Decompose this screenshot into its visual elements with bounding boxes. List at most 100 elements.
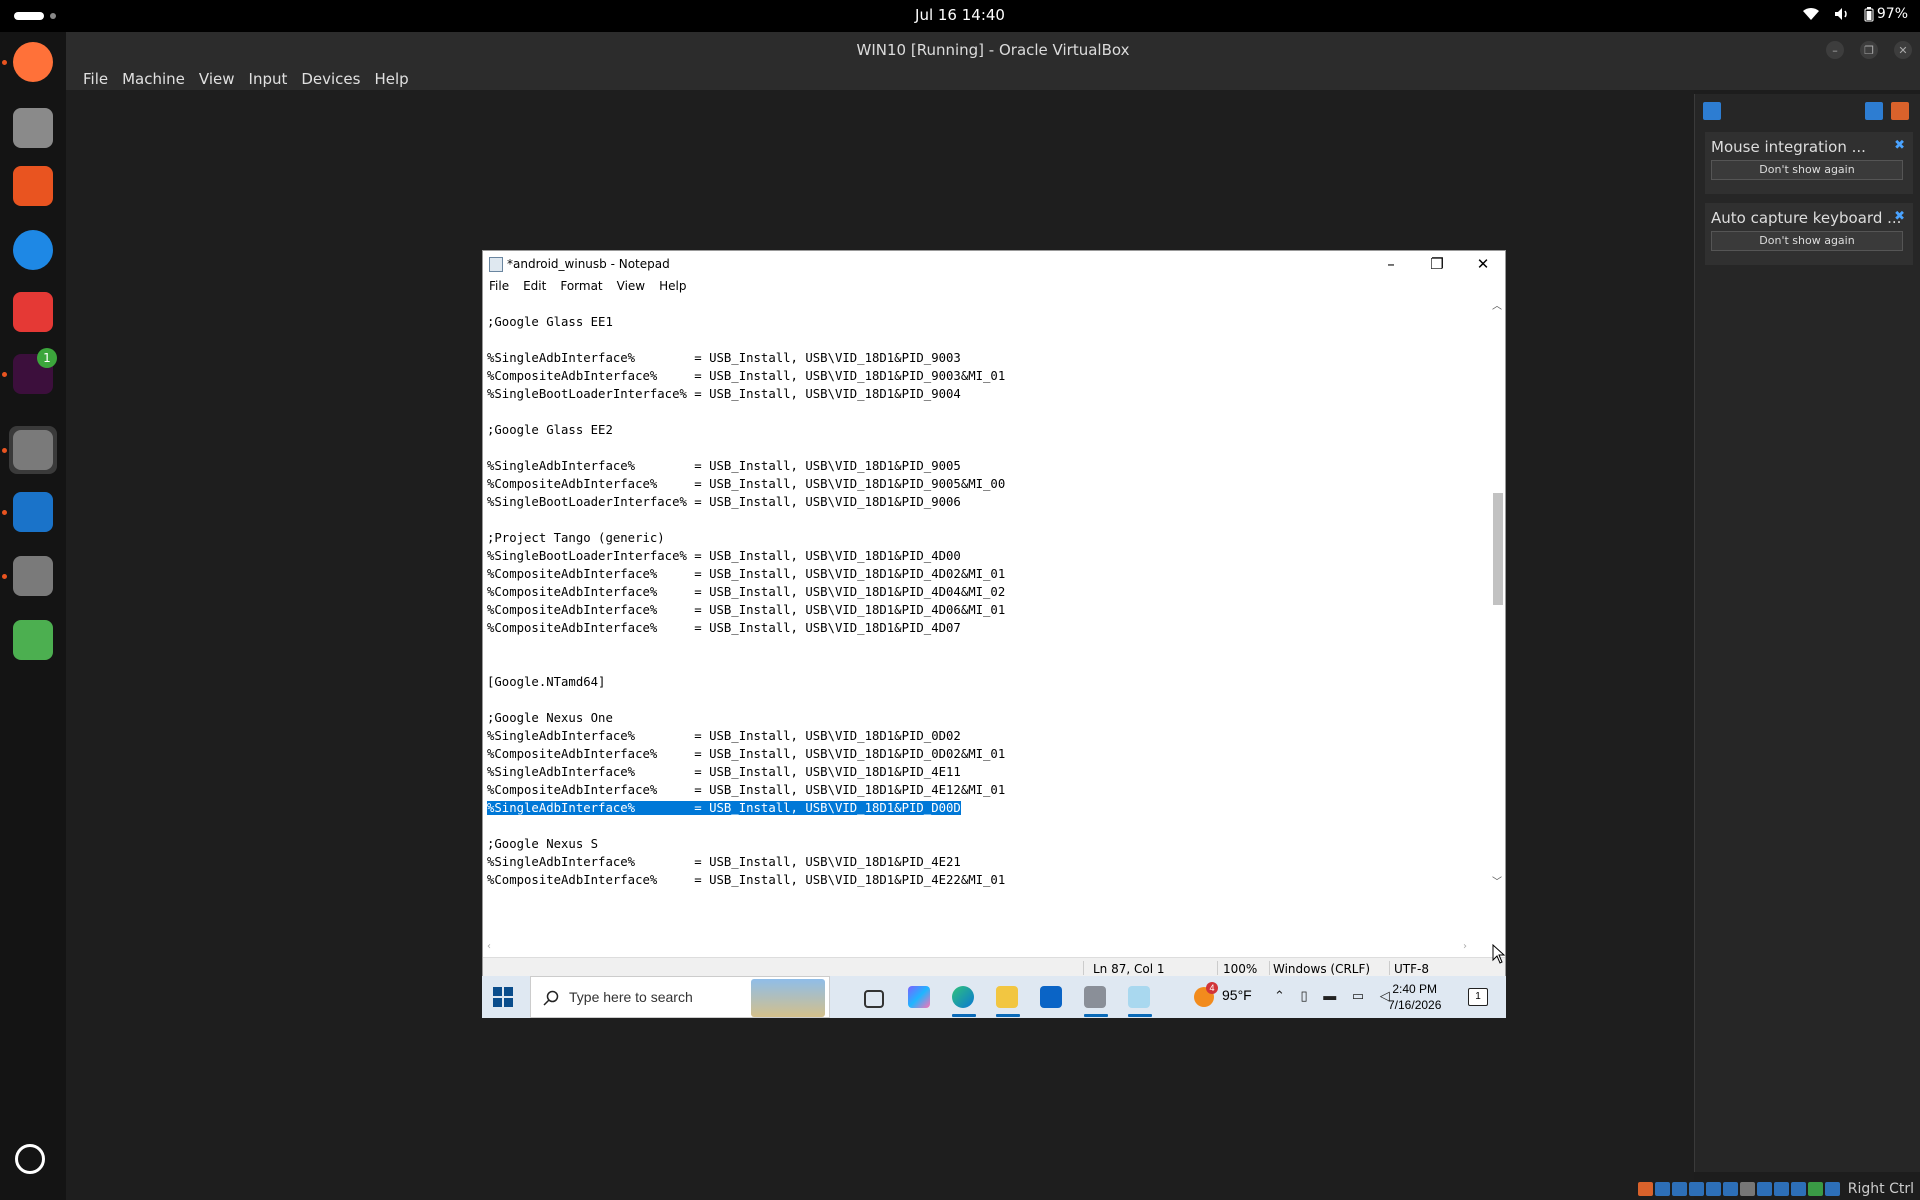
vbox-menu-input[interactable]: Input [242,68,295,90]
weather-temp[interactable]: 95°F [1222,987,1252,1003]
text-line: ;Google Nexus One [487,709,1487,727]
dock-item-files[interactable] [9,104,57,152]
horizontal-scrollbar[interactable]: ‹ › [483,941,1489,957]
text-line [487,331,1487,349]
top-bar: Jul 16 14:40 97% [0,0,1920,32]
search-highlight-image[interactable] [751,979,825,1017]
taskbar-date: 7/16/2026 [1388,998,1442,1012]
text-line [487,403,1487,421]
notification-card: Auto capture keyboard ... ✖ Don't show aga… [1705,203,1913,265]
system-menu[interactable]: 97% [1802,6,1908,22]
text-line: %SingleBootLoaderInterface% = USB_Instal… [487,385,1487,403]
network-icon[interactable] [1688,1182,1704,1196]
running-indicator [2,448,7,453]
notepad-menu-edit[interactable]: Edit [517,277,554,297]
taskbar-search[interactable]: Type here to search [530,976,830,1018]
recording-icon[interactable] [1756,1182,1772,1196]
dock-item-app-center[interactable] [9,162,57,210]
vertical-scrollbar[interactable]: ︿ ﹀ [1489,297,1505,888]
vbox-menu-help[interactable]: Help [367,68,415,90]
cpu-icon[interactable] [1773,1182,1789,1196]
hdd-icon[interactable] [1637,1182,1653,1196]
clear-all-icon[interactable] [1891,102,1909,120]
close-icon[interactable]: ✖ [1894,209,1905,224]
np-minimize-button[interactable]: – [1377,254,1405,274]
text-line: ;Google Glass EE2 [487,421,1487,439]
line-text: ;Google Nexus S [487,837,599,851]
edge-icon[interactable] [952,986,974,1008]
device-manager-icon[interactable] [1084,986,1106,1008]
vbox-menu-machine[interactable]: Machine [115,68,192,90]
scroll-right-icon[interactable]: › [1463,941,1467,952]
vbox-menu-view[interactable]: View [192,68,242,90]
scroll-thumb[interactable] [1493,493,1503,605]
minimize-button[interactable]: – [1826,41,1844,59]
file-explorer-icon[interactable] [996,986,1018,1008]
close-button[interactable]: ✕ [1894,41,1912,59]
audio-icon[interactable] [1671,1182,1687,1196]
mouse-icon[interactable] [1790,1182,1806,1196]
outlook-icon[interactable] [1040,986,1062,1008]
vbox-titlebar: WIN10 [Running] - Oracle VirtualBox – ❐ … [66,32,1920,68]
dock-item-help[interactable] [9,226,57,274]
clock[interactable]: Jul 16 14:40 [0,6,1920,24]
vbox-menu-devices[interactable]: Devices [294,68,367,90]
notepad-taskbar-icon[interactable] [1128,986,1150,1008]
mouse-cursor-icon [1492,944,1506,964]
windows-start-icon[interactable] [492,986,514,1008]
dock-item-terminal[interactable]: 1 [9,348,57,398]
notepad-window: *android_winusb - Notepad – ❐ ✕ File Edit… [482,250,1506,978]
taskbar-clock[interactable]: 2:40 PM 7/16/2026 [1388,981,1441,1013]
notepad-menu-view[interactable]: View [611,277,653,297]
notepad-menu-format[interactable]: Format [554,277,610,297]
scroll-down-icon[interactable]: ﹀ [1489,873,1505,888]
keyboard-icon[interactable] [1824,1182,1840,1196]
optical-drive-icon[interactable] [1654,1182,1670,1196]
notification-message: Auto capture keyboard ... [1711,209,1902,227]
notification-message: Mouse integration ... [1711,138,1866,156]
app-center-icon [13,166,53,206]
maximize-button[interactable]: ❐ [1860,41,1878,59]
close-icon[interactable]: ✖ [1894,138,1905,153]
text-area[interactable]: ;Google Glass EE1 %SingleAdbInterface% = … [487,313,1487,887]
text-line: %SingleAdbInterface% = USB_Install, USB\… [487,763,1487,781]
dont-show-again-button[interactable]: Don't show again [1711,160,1903,180]
np-close-button[interactable]: ✕ [1469,254,1497,274]
guest-additions-icon[interactable] [1807,1182,1823,1196]
dock-item-virtualbox[interactable] [9,488,57,536]
dock-item-trash[interactable] [9,616,57,664]
usb-icon[interactable] [1705,1182,1721,1196]
notepad-menu-help[interactable]: Help [653,277,694,297]
show-apps-icon[interactable] [15,1144,45,1174]
files-icon [13,108,53,148]
line-text: %CompositeAdbInterface% = USB_Install, U… [487,621,961,635]
line-text: [Google.NTamd64] [487,675,606,689]
dock-item-settings[interactable] [9,426,57,474]
settings-icon [13,430,53,470]
scroll-left-icon[interactable]: ‹ [487,941,491,952]
dont-show-again-button[interactable]: Don't show again [1711,231,1903,251]
text-line [487,637,1487,655]
scroll-up-icon[interactable]: ︿ [1489,297,1505,312]
dock-item-document-viewer[interactable] [9,288,57,336]
np-restore-button[interactable]: ❐ [1423,254,1451,274]
shared-folders-icon[interactable] [1722,1182,1738,1196]
running-indicator [2,574,7,579]
text-line: %CompositeAdbInterface% = USB_Install, U… [487,601,1487,619]
dock: 1 [0,32,66,1200]
task-view-icon[interactable] [864,990,884,1008]
display-icon[interactable] [1739,1182,1755,1196]
sort-icon[interactable] [1865,102,1883,120]
weather-icon[interactable]: 4 [1194,982,1218,1007]
line-text: %SingleBootLoaderInterface% = USB_Instal… [487,387,961,401]
dock-item-firefox[interactable] [9,38,57,86]
battery-icon [1864,6,1874,21]
dock-item-settings-2[interactable] [9,552,57,600]
line-text: ;Google Glass EE1 [487,315,613,329]
vbox-menu-file[interactable]: File [76,68,115,90]
copilot-icon[interactable] [908,986,930,1008]
notification-center-icon[interactable] [1703,102,1721,120]
action-center-icon[interactable]: 1 [1468,988,1488,1006]
system-tray-icons[interactable]: ⌃ ▯ ▬ ▭ ◁ [1274,988,1396,1004]
notepad-menu-file[interactable]: File [483,277,517,297]
